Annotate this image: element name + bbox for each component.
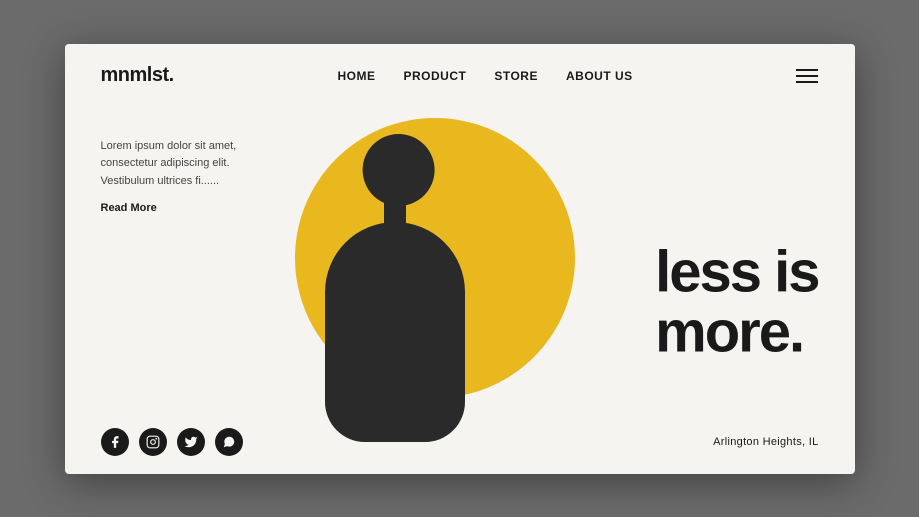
instagram-svg xyxy=(146,435,160,449)
hero-headline: less is more. xyxy=(655,242,818,364)
hamburger-line3 xyxy=(796,81,818,83)
hero-footer: Arlington Heights, IL xyxy=(101,428,819,456)
headline-line2: more. xyxy=(655,300,803,365)
read-more-link[interactable]: Read More xyxy=(101,202,157,214)
logo: mnmlst. xyxy=(101,64,174,87)
hamburger-menu[interactable] xyxy=(796,69,818,83)
social-icons-group xyxy=(101,428,243,456)
navbar: mnmlst. HOME PRODUCT STORE ABOUT US xyxy=(65,44,855,108)
nav-store[interactable]: STORE xyxy=(494,69,538,83)
hamburger-line2 xyxy=(796,75,818,77)
twitter-icon[interactable] xyxy=(177,428,205,456)
hero-person xyxy=(275,114,515,474)
hero-description-block: Lorem ipsum dolor sit amet, consectetur … xyxy=(101,138,281,217)
browser-window: mnmlst. HOME PRODUCT STORE ABOUT US Lo xyxy=(65,44,855,474)
hamburger-line1 xyxy=(796,69,818,71)
headline-line1: less is xyxy=(655,239,818,304)
hero-body-text: Lorem ipsum dolor sit amet, consectetur … xyxy=(101,138,281,191)
whatsapp-svg xyxy=(222,435,236,449)
nav-home[interactable]: HOME xyxy=(338,69,376,83)
instagram-icon[interactable] xyxy=(139,428,167,456)
person-body xyxy=(305,134,485,474)
facebook-icon[interactable] xyxy=(101,428,129,456)
facebook-svg xyxy=(108,435,122,449)
person-head xyxy=(362,134,434,206)
location-text: Arlington Heights, IL xyxy=(713,436,818,448)
nav-about[interactable]: ABOUT US xyxy=(566,69,633,83)
nav-product[interactable]: PRODUCT xyxy=(404,69,467,83)
person-torso xyxy=(325,222,465,442)
nav-links: HOME PRODUCT STORE ABOUT US xyxy=(338,67,633,85)
hero-section: Lorem ipsum dolor sit amet, consectetur … xyxy=(65,108,855,474)
whatsapp-icon[interactable] xyxy=(215,428,243,456)
hero-headline-text: less is more. xyxy=(655,242,818,364)
twitter-svg xyxy=(184,435,198,449)
